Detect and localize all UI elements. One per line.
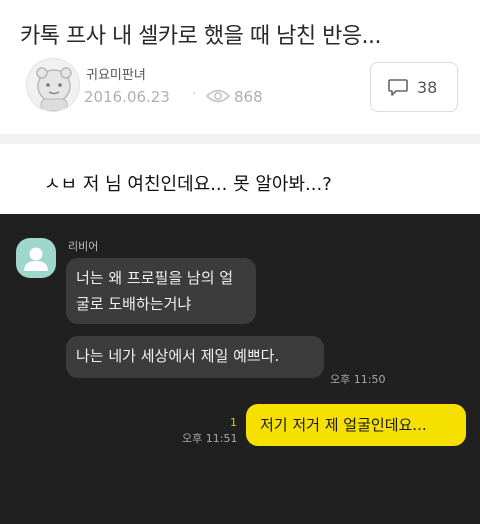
- comment-button[interactable]: 38: [370, 62, 458, 112]
- speech-bubble-icon: [388, 79, 408, 96]
- section-divider: [0, 134, 480, 144]
- post-date: 2016.06.23: [84, 88, 170, 106]
- author-avatar-icon[interactable]: [26, 58, 80, 112]
- sent-message: 저기 저거 제 얼굴인데요...: [246, 404, 466, 446]
- received-time: 오후 11:50: [330, 373, 386, 386]
- default-profile-icon[interactable]: [16, 238, 56, 278]
- post-title: 카톡 프사 내 셀카로 했을 때 남친 반응...: [20, 24, 382, 49]
- comment-count: 38: [417, 78, 438, 97]
- post-meta: 귀요미판녀 2016.06.23 · 868 38: [18, 58, 462, 118]
- chat-sender-name: 리비어: [68, 240, 99, 253]
- post-caption: ㅅㅂ 저 님 여친인데요... 못 알아봐...?: [44, 174, 332, 195]
- received-message: 너는 왜 프로필을 남의 얼굴로 도배하는거냐: [66, 258, 256, 324]
- meta-separator: ·: [192, 86, 197, 102]
- eye-icon: [206, 89, 230, 103]
- sent-time: 오후 11:51: [182, 432, 238, 445]
- author-name[interactable]: 귀요미판녀: [86, 64, 146, 83]
- view-count: 868: [234, 88, 263, 106]
- received-message: 나는 네가 세상에서 제일 예쁘다.: [66, 336, 324, 378]
- chat-screenshot: 리비어 너는 왜 프로필을 남의 얼굴로 도배하는거냐 나는 네가 세상에서 제…: [0, 214, 480, 524]
- unread-count: 1: [230, 416, 237, 429]
